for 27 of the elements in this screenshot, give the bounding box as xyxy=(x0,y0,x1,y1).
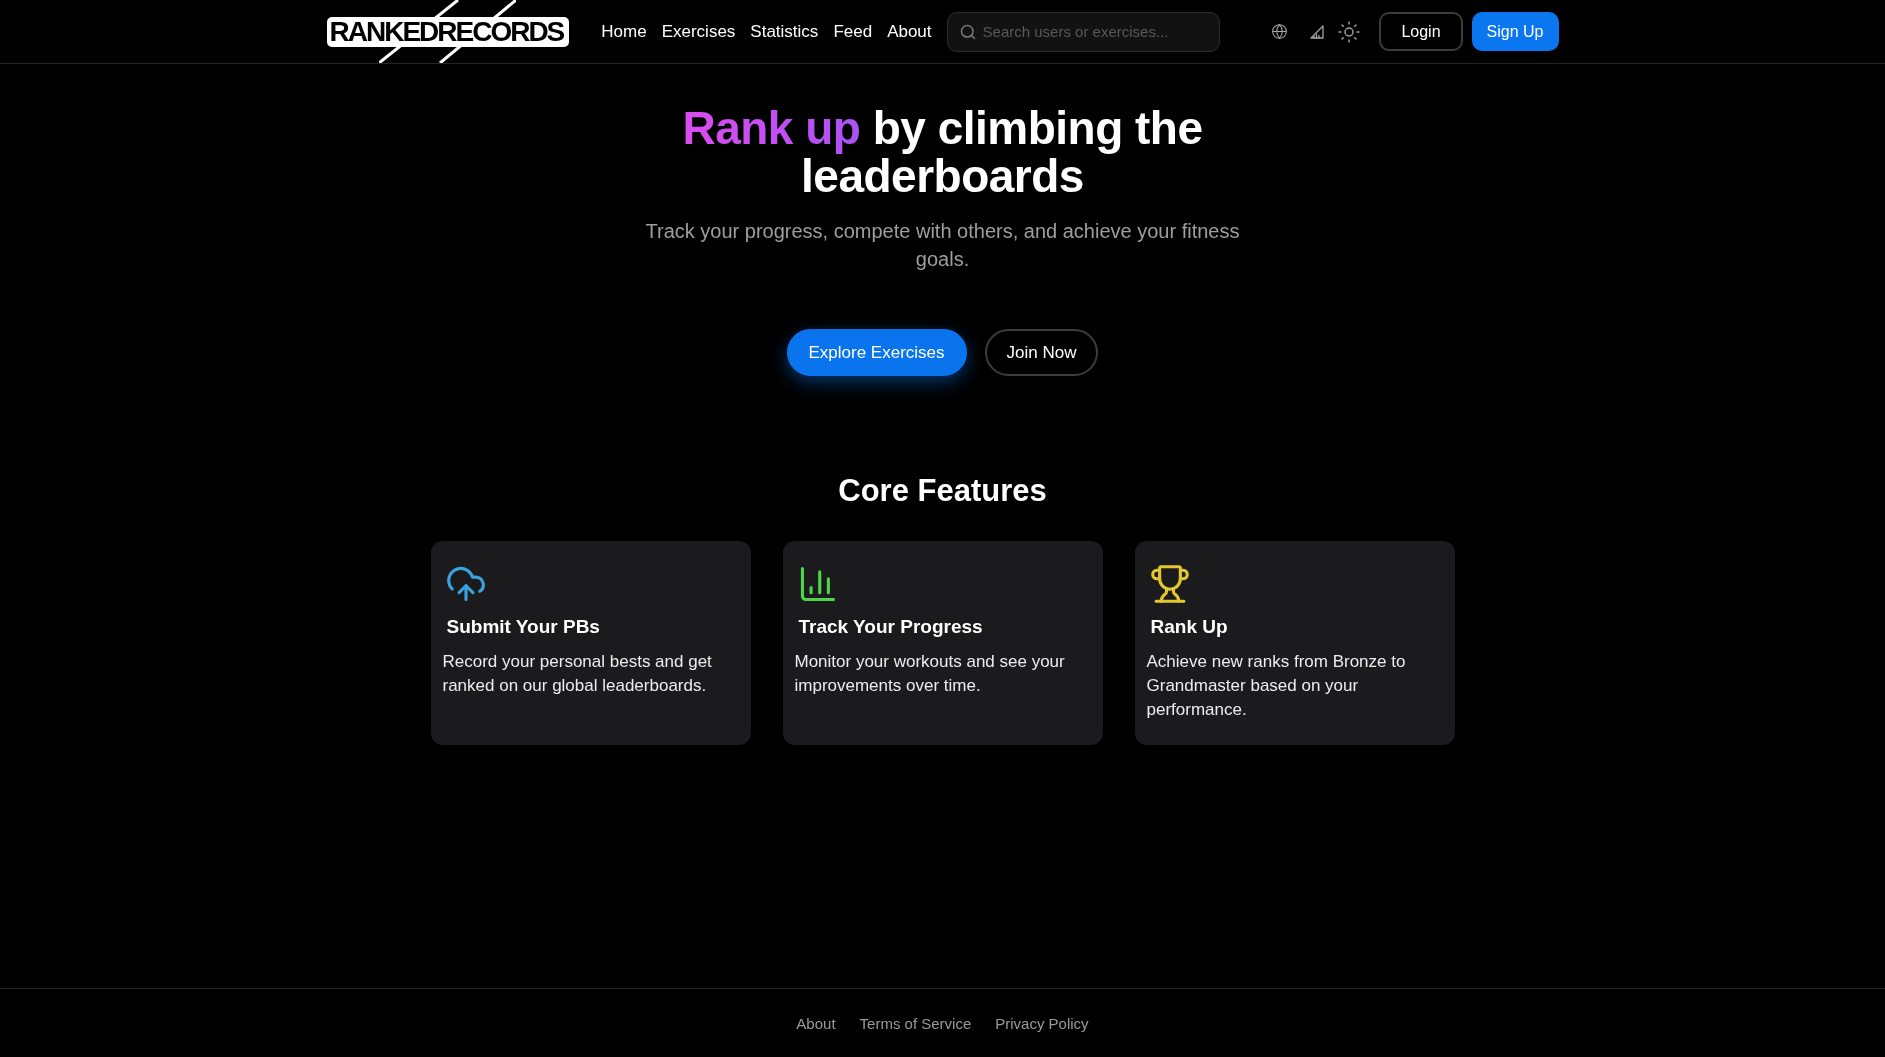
sun-icon[interactable] xyxy=(1338,20,1361,43)
nav-link[interactable]: Exercises xyxy=(661,21,736,42)
globe-icon[interactable] xyxy=(1272,24,1288,39)
feature-title: Rank Up xyxy=(1150,615,1229,639)
feature-description: Achieve new ranks from Bronze to Grandmaster based on your performance. xyxy=(1146,651,1407,721)
section-title: Core Features xyxy=(838,472,1047,510)
triangle-ruler-icon[interactable] xyxy=(1310,24,1325,39)
nav-link[interactable]: Home xyxy=(601,21,647,42)
feature-description: Record your personal bests and get ranked on our global leaderboards. xyxy=(442,651,713,697)
logo[interactable]: RANKEDRECORDS xyxy=(326,0,570,63)
feature-title: Track Your Progress xyxy=(798,615,984,639)
signup-button[interactable]: Sign Up xyxy=(1471,12,1559,51)
nav-link[interactable]: Feed xyxy=(833,21,873,42)
feature-description: Monitor your workouts and see your improvements over time. xyxy=(794,651,1066,697)
footer-link[interactable]: Terms of Service xyxy=(859,1014,972,1032)
search-field[interactable]: Search users or exercises... xyxy=(946,11,1220,52)
hero-title: Rank up by climbing the leaderboards xyxy=(681,104,1204,200)
join-button[interactable]: Join Now xyxy=(984,329,1099,376)
nav-link[interactable]: About xyxy=(887,21,932,42)
search-icon xyxy=(959,23,976,40)
feature-title: Submit Your PBs xyxy=(446,615,601,639)
hero-subtitle: Track your progress, compete with others, and achieve your fitness goals. xyxy=(644,219,1241,272)
login-button[interactable]: Login xyxy=(1379,12,1463,51)
footer-link[interactable]: Privacy Policy xyxy=(995,1014,1089,1032)
footer-link[interactable]: About xyxy=(796,1014,836,1032)
explore-button[interactable]: Explore Exercises xyxy=(786,329,967,376)
nav-link[interactable]: Statistics xyxy=(750,21,819,42)
